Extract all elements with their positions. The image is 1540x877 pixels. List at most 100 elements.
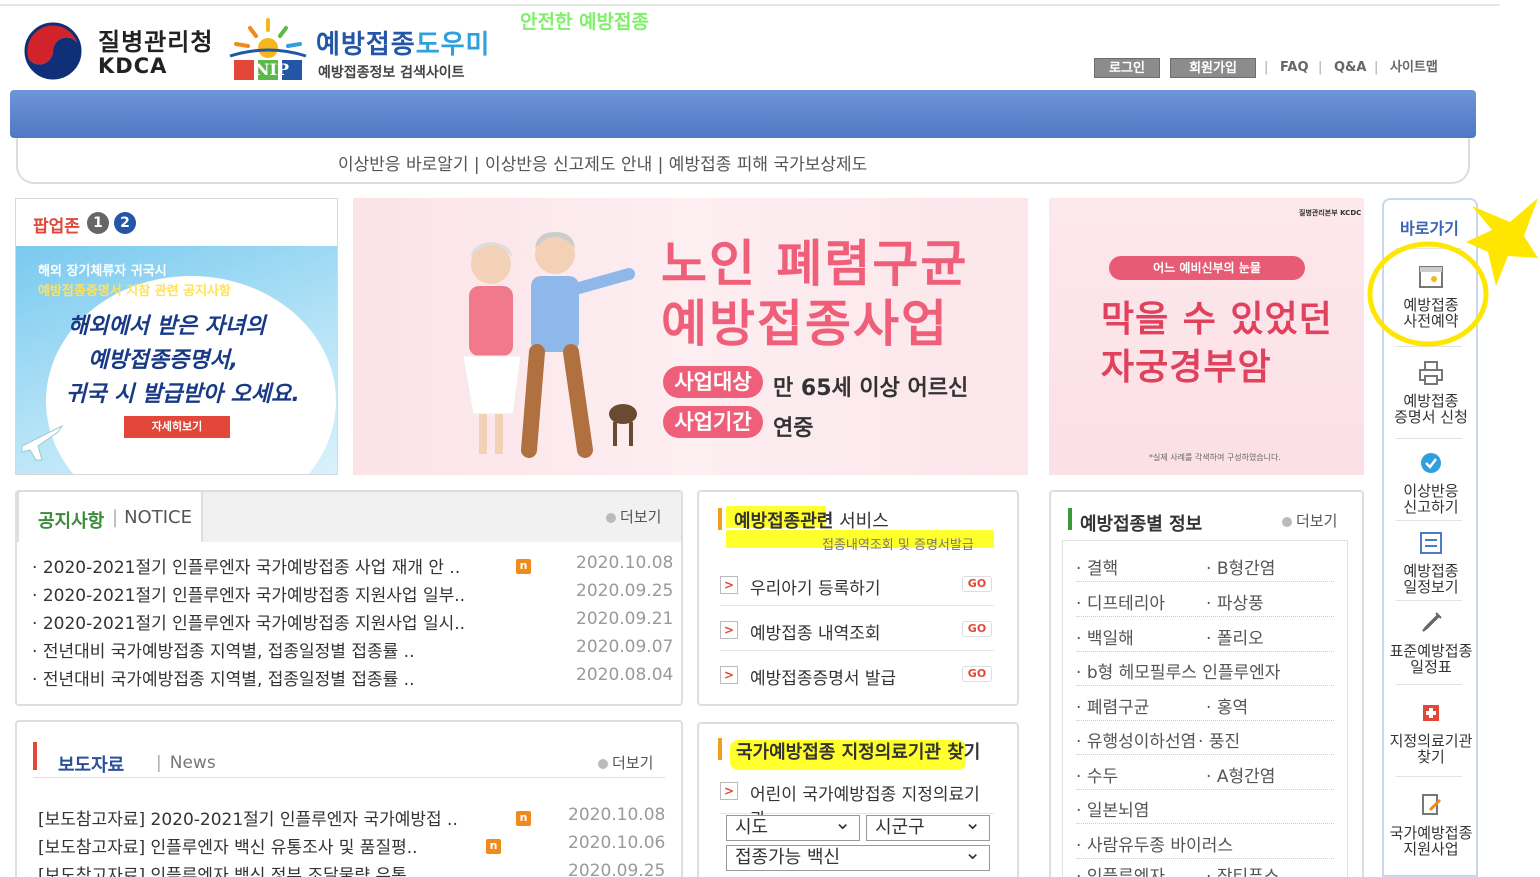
vaccine-link[interactable]: · b형 헤모필루스 인플루엔자 [1076, 658, 1280, 683]
service-row-history[interactable]: > 예방접종 내역조회 GO [720, 607, 994, 651]
vaccine-link[interactable]: · B형간염 [1206, 554, 1275, 579]
check-circle-icon [1421, 453, 1441, 473]
side-banner-heading-2: 자궁경부암 [1101, 347, 1272, 388]
main-banner[interactable]: 노인 폐렴구균 예방접종사업 사업대상 만 65세 이상 어르신 사업기간 연중 [353, 198, 1028, 475]
vaccine-link[interactable]: · 폐렴구균 [1076, 693, 1149, 718]
go-button[interactable]: GO [962, 666, 992, 682]
service-accent-bar [718, 508, 722, 530]
faq-link[interactable]: FAQ [1280, 58, 1309, 78]
side-banner[interactable]: 질병관리본부 KCDC 어느 예비신부의 눈물 막을 수 있었던 자궁경부암 *… [1049, 198, 1364, 475]
press-title[interactable]: 보도자료 [58, 751, 124, 777]
press-row-2[interactable]: [보도참고자료] 인플루엔자 백신 유통조사 및 품질평.. [38, 833, 418, 858]
popup-detail-button[interactable]: 자세히보기 [124, 416, 230, 438]
press-more-link[interactable]: 더보기 [598, 752, 653, 773]
quick-divider [1396, 438, 1462, 439]
banner-tag-period: 사업기간 [663, 406, 763, 438]
vaccine-link[interactable]: · 장티푸스 [1206, 862, 1279, 877]
vaccine-link[interactable]: · 홍역 [1206, 693, 1248, 718]
quick-item-label: 예방접종 [1403, 562, 1459, 580]
notice-row-2[interactable]: · 2020-2021절기 인플루엔자 국가예방접종 지원사업 일부.. [32, 581, 465, 606]
gnb-item-e-service[interactable]: 전자민원 서비스 [1214, 0, 1343, 48]
press-row-3[interactable]: [보도참고자료] 인플루엔자 백신 정부 조달물량 유통.. [38, 861, 418, 877]
login-button[interactable]: 로그인 [1094, 58, 1160, 78]
arrow-right-icon: > [720, 782, 738, 800]
gnb-item-notice-board[interactable]: 예방접종 알림터 [988, 0, 1117, 48]
vaccine-link[interactable]: · 인플루엔자 [1076, 862, 1165, 877]
vaccine-link[interactable]: · 파상풍 [1206, 589, 1264, 614]
notice-more-link[interactable]: 더보기 [606, 506, 661, 527]
join-button[interactable]: 회원가입 [1170, 58, 1256, 78]
banner-target-text: 만 65세 이상 어르신 [773, 376, 969, 401]
popup-page-2[interactable]: 2 [114, 212, 136, 234]
quick-item-label: 증명서 신청 [1394, 408, 1468, 426]
list-item: · 결핵 · B형간염 [1076, 548, 1334, 582]
hospital-row-children[interactable]: > 어린이 국가예방접종 지정의료기관 [720, 778, 994, 830]
vaccine-info-more-link[interactable]: 더보기 [1282, 510, 1337, 531]
notice-row-3[interactable]: · 2020-2021절기 인플루엔자 국가예방접종 지원사업 일시.. [32, 609, 465, 634]
arrow-right-icon: > [720, 666, 738, 684]
quick-item-schedule[interactable]: 예방접종 일정보기 [1386, 530, 1476, 595]
vaccine-link[interactable]: · 풍진 [1198, 727, 1240, 752]
quick-item-standard-schedule[interactable]: 표준예방접종 일정표 [1386, 610, 1476, 675]
vaccine-link[interactable]: · 백일해 [1076, 624, 1134, 649]
list-item: · 유행성이하선염 · 풍진 [1076, 721, 1334, 755]
gnb-item-knowledge[interactable]: 예방접종 지식창고 [746, 0, 892, 48]
org-name-en[interactable]: KDCA [98, 54, 167, 78]
notice-tab-label[interactable]: 공지사항 [38, 507, 104, 533]
list-item: · 백일해 · 폴리오 [1076, 618, 1334, 652]
sitemap-link[interactable]: 사이트맵 [1390, 58, 1438, 78]
vaccine-select[interactable]: 접종가능 백신 [726, 840, 990, 871]
qna-link[interactable]: Q&A [1334, 58, 1366, 78]
notice-row-4[interactable]: · 전년대비 국가예방접종 지역별, 접종일정별 접종률 .. [32, 637, 414, 662]
vaccine-link[interactable]: · 사람유두종 바이러스 [1076, 831, 1233, 856]
notice-row-date: 2020.08.04 [576, 665, 674, 685]
list-item: · 수두 · A형간염 [1076, 756, 1334, 790]
go-button[interactable]: GO [962, 621, 992, 637]
vaccine-link[interactable]: · 폴리오 [1206, 624, 1264, 649]
quick-item-adverse-report[interactable]: 이상반응 신고하기 [1386, 450, 1476, 515]
quick-item-label: 국가예방접종 [1389, 824, 1473, 842]
hospital-finder-title: 국가예방접종 지정의료기관 찾기 [736, 742, 981, 763]
vaccine-link[interactable]: · 결핵 [1076, 554, 1118, 579]
quick-item-national-program[interactable]: 국가예방접종 지원사업 [1386, 792, 1476, 857]
banner-title-2: 예방접종사업 [661, 295, 949, 353]
service-row-certificate[interactable]: > 예방접종증명서 발급 GO [720, 652, 994, 696]
vaccine-link[interactable]: · A형간염 [1206, 762, 1275, 787]
side-banner-kdca-logo: 질병관리본부 KCDC [1299, 209, 1362, 217]
subnav-links[interactable]: 이상반응 바로알기 | 이상반응 신고제도 안내 | 예방접종 피해 국가보상제… [338, 150, 867, 175]
notice-row-1[interactable]: · 2020-2021절기 인플루엔자 국가예방접종 사업 재개 안 .. [32, 553, 460, 578]
quick-divider [1396, 520, 1462, 521]
quick-divider [1396, 600, 1462, 601]
medical-cross-icon [1423, 705, 1439, 721]
list-item: · b형 헤모필루스 인플루엔자 [1076, 652, 1334, 686]
quick-item-designated-clinic[interactable]: 지정의료기관 찾기 [1386, 700, 1476, 765]
gnb-item-safe-vaccination[interactable]: 안전한 예방접종 [520, 0, 649, 48]
side-banner-tag: 어느 예비신부의 눈물 [1109, 256, 1305, 280]
document-edit-icon [1422, 794, 1442, 815]
site-subtitle: 예방접종정보 검색사이트 [318, 65, 465, 81]
popup-heading-1: 해외에서 받은 자녀의 [68, 314, 266, 339]
popup-line-1: 해외 장기체류자 귀국시 [38, 264, 167, 279]
press-row-1[interactable]: [보도참고자료] 2020-2021절기 인플루엔자 국가예방접 .. [38, 805, 458, 830]
vaccine-link[interactable]: · 유행성이하선염 [1076, 727, 1196, 752]
arrow-right-icon: > [720, 576, 738, 594]
gnb-item-guide[interactable]: 예방접종 길잡이 [98, 0, 227, 48]
quick-item-certificate[interactable]: 예방접종 증명서 신청 [1386, 360, 1476, 425]
service-subtitle: 접종내역조회 및 증명서발급 [822, 538, 974, 553]
notice-tab-label-en: | NOTICE [112, 507, 192, 528]
vaccine-link[interactable]: · 디프테리아 [1076, 589, 1165, 614]
go-button[interactable]: GO [962, 576, 992, 592]
vaccine-link[interactable]: · 일본뇌염 [1076, 796, 1149, 821]
banner-tag-target: 사업대상 [663, 366, 763, 398]
popup-banner[interactable]: 해외 장기체류자 귀국시 예방접종증명서 지참 관련 공지사항 해외에서 받은 … [16, 246, 337, 474]
sido-select[interactable]: 시도 [726, 810, 860, 841]
notice-row-5[interactable]: · 전년대비 국가예방접종 지역별, 접종일정별 접종률 .. [32, 665, 414, 690]
vaccine-link[interactable]: · 수두 [1076, 762, 1118, 787]
airplane-icon [21, 424, 64, 461]
side-banner-note: *실제 사례를 각색하여 구성하였습니다. [1149, 453, 1281, 462]
gnb-item-management[interactable]: 예방접종관리 [324, 0, 429, 48]
sigungu-select[interactable]: 시군구 [866, 810, 990, 841]
popup-page-1[interactable]: 1 [87, 212, 109, 234]
kdca-emblem-icon[interactable] [22, 20, 84, 82]
service-row-register-baby[interactable]: > 우리아기 등록하기 GO [720, 562, 994, 606]
